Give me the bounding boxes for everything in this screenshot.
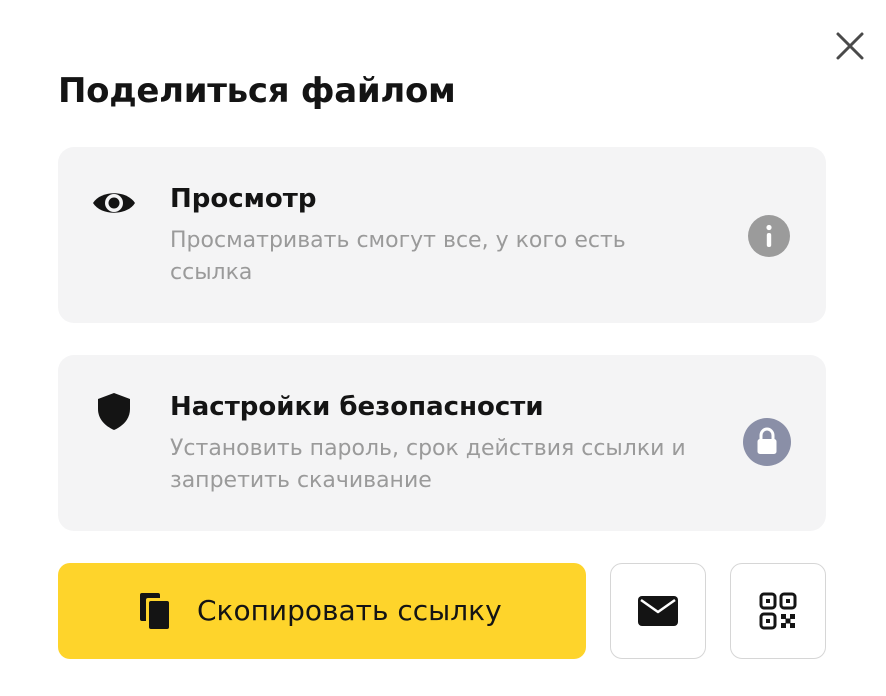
view-card-title: Просмотр: [170, 184, 317, 214]
security-settings-card[interactable]: Настройки безопасности Установить пароль…: [58, 355, 826, 531]
copy-link-label: Скопировать ссылку: [197, 594, 502, 627]
close-icon: [832, 28, 868, 64]
info-icon[interactable]: [748, 215, 790, 257]
dialog-title: Поделиться файлом: [58, 71, 456, 111]
qr-code-icon: [757, 590, 799, 632]
close-button[interactable]: [832, 28, 868, 64]
copy-link-button[interactable]: Скопировать ссылку: [58, 563, 586, 659]
copy-icon: [138, 591, 174, 631]
view-card-description: Просматривать смогут все, у кого есть сс…: [170, 228, 626, 285]
security-card-title: Настройки безопасности: [170, 392, 544, 422]
mail-icon: [637, 590, 679, 632]
eye-icon: [92, 181, 136, 225]
security-card-description: Установить пароль, срок действия ссылки …: [170, 436, 686, 493]
qr-code-button[interactable]: [730, 563, 826, 659]
view-access-card[interactable]: Просмотр Просматривать смогут все, у ког…: [58, 147, 826, 323]
lock-icon: [743, 418, 791, 466]
shield-icon: [92, 389, 136, 433]
send-by-email-button[interactable]: [610, 563, 706, 659]
